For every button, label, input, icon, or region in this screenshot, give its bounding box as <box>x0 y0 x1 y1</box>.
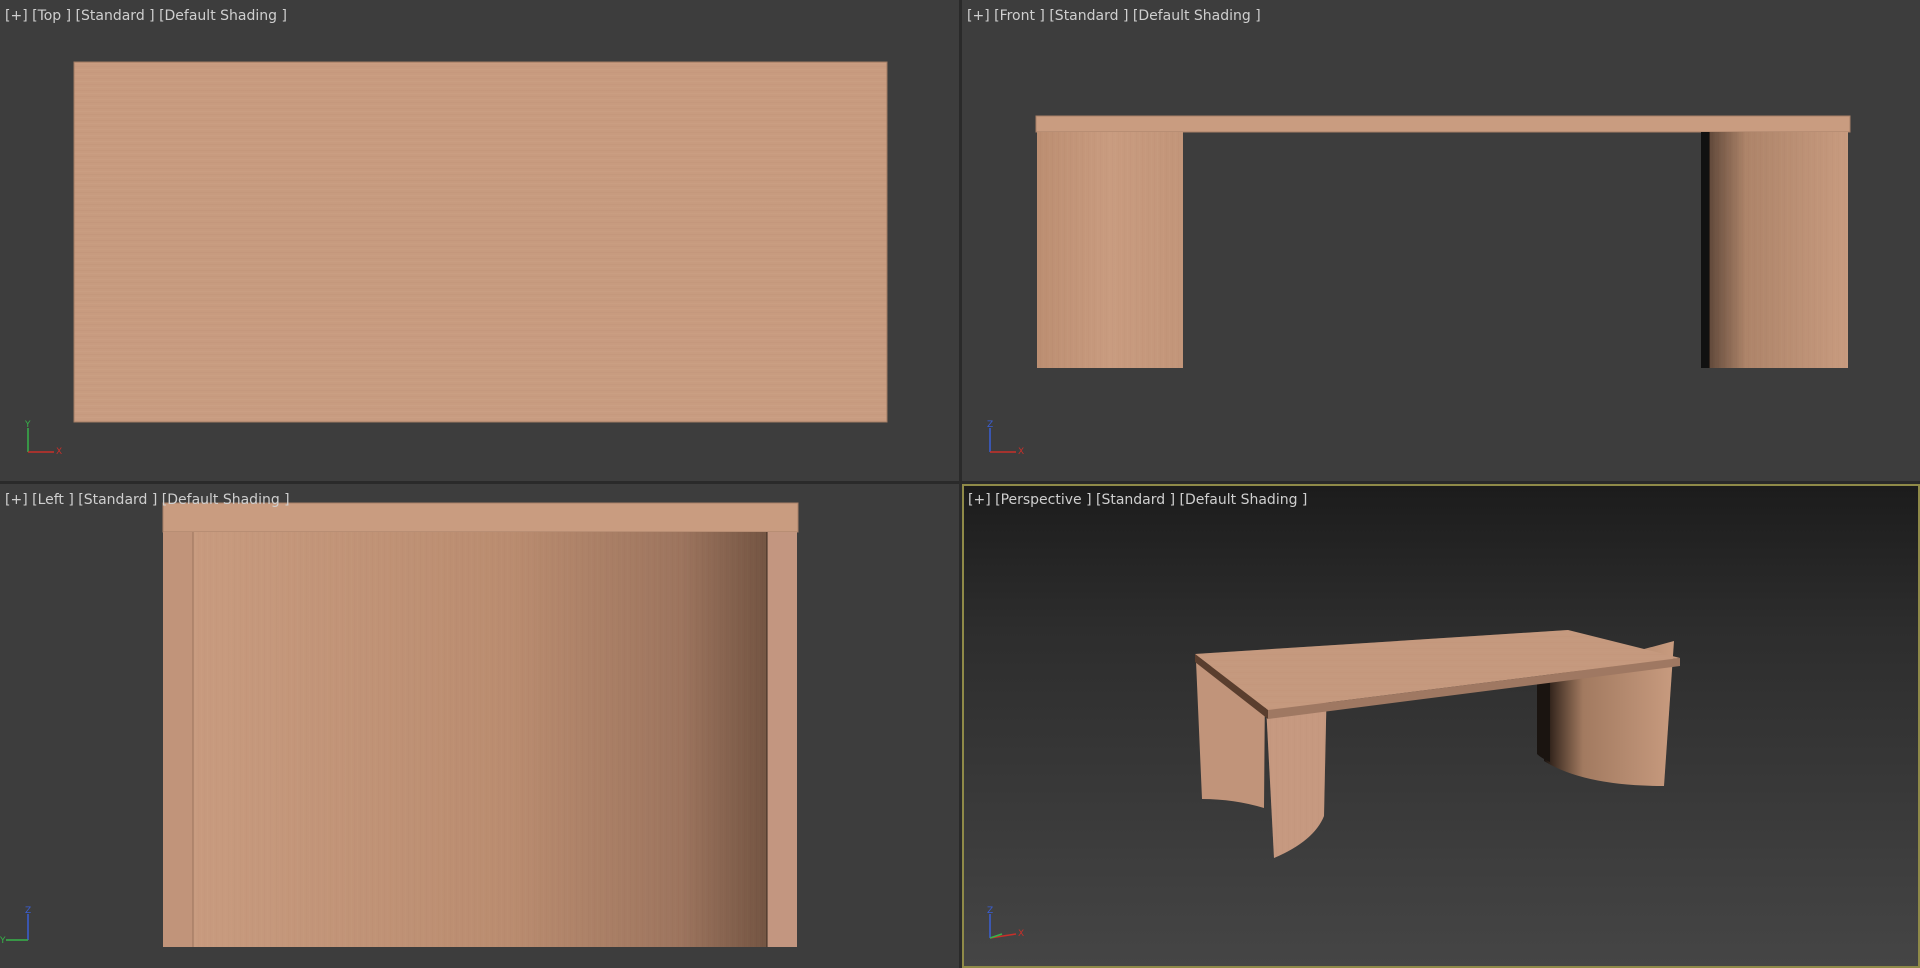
axis-label-y: Y <box>0 936 6 946</box>
axis-label-z: Z <box>987 420 993 430</box>
axis-gizmo-top: Y X <box>24 420 62 457</box>
table-perspective-view <box>1195 630 1680 858</box>
axis-label-x: X <box>1018 929 1024 939</box>
viewport-left[interactable]: [+] [Left ] [Standard ] [Default Shading… <box>0 484 959 968</box>
axis-label-y: Y <box>24 420 31 430</box>
axis-gizmo-front: Z X <box>987 420 1024 457</box>
viewport-label-front[interactable]: [+] [Front ] [Standard ] [Default Shadin… <box>967 8 1261 24</box>
viewport-label-top[interactable]: [+] [Top ] [Standard ] [Default Shading … <box>5 8 287 24</box>
axis-label-x: X <box>56 447 62 457</box>
table-front-view <box>1035 115 1851 368</box>
axis-label-z: Z <box>987 906 993 916</box>
viewport-top[interactable]: [+] [Top ] [Standard ] [Default Shading … <box>0 0 959 481</box>
viewport-perspective[interactable]: [+] [Perspective ] [Standard ] [Default … <box>962 484 1920 968</box>
axis-gizmo-left: Z Y <box>0 906 31 946</box>
axis-label-x: X <box>1018 447 1024 457</box>
table-top-view <box>73 61 888 423</box>
axis-gizmo-perspective: Z X <box>987 906 1024 939</box>
leg-side-left <box>163 532 193 947</box>
viewport-front[interactable]: [+] [Front ] [Standard ] [Default Shadin… <box>962 0 1920 481</box>
viewport-label-left[interactable]: [+] [Left ] [Standard ] [Default Shading… <box>5 492 290 508</box>
leg-side-right <box>767 532 797 947</box>
tabletop-edge <box>1035 115 1851 133</box>
viewport-label-perspective[interactable]: [+] [Perspective ] [Standard ] [Default … <box>968 492 1307 508</box>
table-left-view <box>162 502 799 947</box>
axis-label-z: Z <box>25 906 31 916</box>
